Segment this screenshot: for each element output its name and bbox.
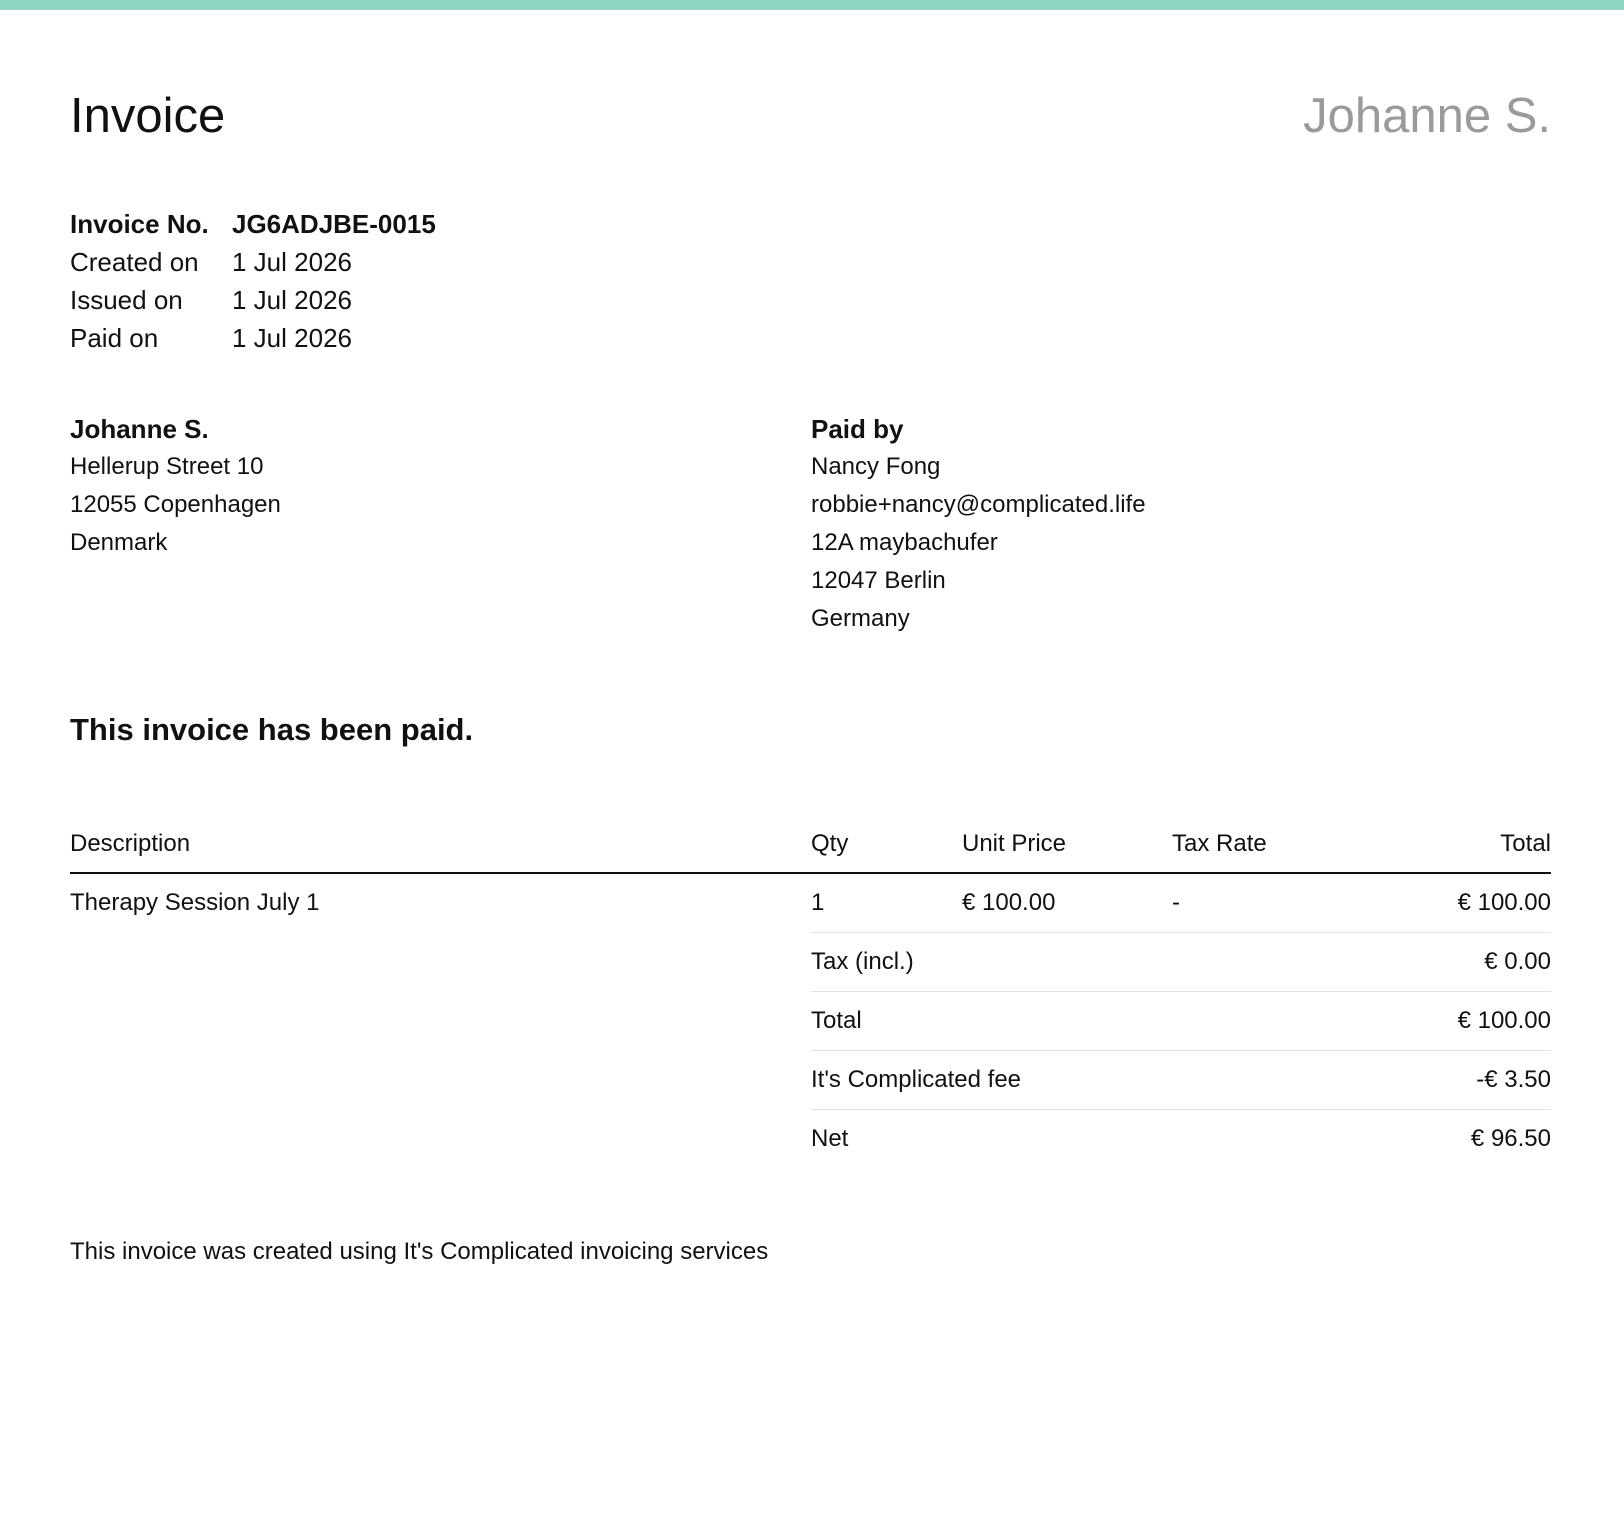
paid-value: 1 Jul 2026: [232, 323, 352, 353]
summary-row-tax: Tax (incl.) € 0.00: [811, 932, 1551, 991]
brand-name: Johanne S.: [1303, 89, 1551, 143]
summary-label: It's Complicated fee: [811, 1066, 1022, 1093]
summary-row-net: Net € 96.50: [811, 1109, 1551, 1168]
created-label: Created on: [70, 247, 199, 277]
seller-address-line: Hellerup Street 10: [70, 453, 264, 480]
invoice-number-row: Invoice No. JG6ADJBE-0015: [70, 205, 436, 243]
seller-block: Johanne S. Hellerup Street 10 12055 Cope…: [70, 410, 281, 562]
buyer-block: Paid by Nancy Fong robbie+nancy@complica…: [811, 410, 1146, 638]
paid-status-message: This invoice has been paid.: [70, 712, 474, 747]
invoice-number-value: JG6ADJBE-0015: [232, 209, 436, 239]
seller-address-line: Denmark: [70, 529, 168, 556]
invoice-number-label: Invoice No.: [70, 209, 209, 239]
summary-value: -€ 3.50: [1476, 1066, 1551, 1093]
buyer-email: robbie+nancy@complicated.life: [811, 491, 1146, 518]
issued-label: Issued on: [70, 285, 183, 315]
header-description: Description: [70, 830, 191, 857]
summary-value: € 0.00: [1484, 948, 1551, 975]
summary-value: € 100.00: [1457, 1007, 1551, 1034]
invoice-meta: Invoice No. JG6ADJBE-0015 Created on 1 J…: [70, 205, 436, 357]
buyer-address-line: Germany: [811, 605, 910, 632]
summary-label: Total: [811, 1007, 862, 1034]
line-items-table: Description Qty Unit Price Tax Rate Tota…: [70, 820, 1551, 1168]
row-description: Therapy Session July 1: [70, 889, 320, 916]
paid-by-title: Paid by: [811, 414, 904, 444]
summary-row-fee: It's Complicated fee -€ 3.50: [811, 1050, 1551, 1109]
table-header: Description Qty Unit Price Tax Rate Tota…: [70, 820, 1551, 874]
row-total: € 100.00: [1457, 889, 1551, 916]
header-tax-rate: Tax Rate: [1172, 830, 1267, 857]
seller-address-line: 12055 Copenhagen: [70, 491, 281, 518]
created-row: Created on 1 Jul 2026: [70, 243, 436, 281]
paid-label: Paid on: [70, 323, 159, 353]
buyer-address-line: 12047 Berlin: [811, 567, 946, 594]
top-accent-bar: [0, 0, 1624, 10]
issued-value: 1 Jul 2026: [232, 285, 352, 315]
summary-row-total: Total € 100.00: [811, 991, 1551, 1050]
created-value: 1 Jul 2026: [232, 247, 352, 277]
footer-note: This invoice was created using It's Comp…: [70, 1238, 769, 1265]
buyer-address-line: 12A maybachufer: [811, 529, 998, 556]
table-row: Therapy Session July 1 1 € 100.00 - € 10…: [70, 874, 1551, 932]
row-tax-rate: -: [1172, 889, 1180, 916]
buyer-name: Nancy Fong: [811, 453, 941, 480]
header-total: Total: [1500, 830, 1551, 857]
paid-row: Paid on 1 Jul 2026: [70, 319, 436, 357]
header-qty: Qty: [811, 830, 849, 857]
row-unit-price: € 100.00: [962, 889, 1056, 916]
summary-label: Tax (incl.): [811, 948, 914, 975]
summary-value: € 96.50: [1470, 1125, 1551, 1152]
seller-name: Johanne S.: [70, 414, 209, 444]
issued-row: Issued on 1 Jul 2026: [70, 281, 436, 319]
row-qty: 1: [811, 889, 825, 916]
summary-label: Net: [811, 1125, 849, 1152]
header-unit-price: Unit Price: [962, 830, 1067, 857]
invoice-header: Invoice Johanne S.: [70, 86, 1551, 156]
page-title: Invoice: [70, 89, 226, 143]
